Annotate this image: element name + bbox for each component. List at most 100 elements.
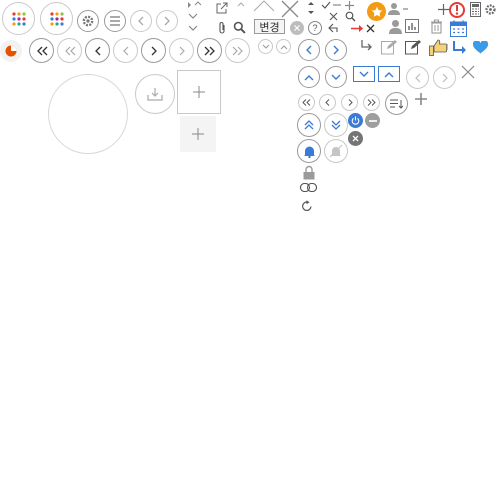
search-large-icon[interactable] [232, 20, 246, 34]
apps-grid-icon [11, 11, 27, 27]
settings-icon[interactable] [483, 2, 497, 16]
blue-up-button[interactable] [298, 66, 320, 88]
minus-button[interactable] [365, 113, 380, 128]
prev-button[interactable] [130, 10, 152, 32]
double-chevron-right-icon [204, 46, 216, 56]
paperclip-icon[interactable] [217, 20, 227, 34]
last-page-disabled-button[interactable] [225, 38, 250, 63]
next-page-button[interactable] [141, 38, 166, 63]
settings-button[interactable] [77, 10, 99, 32]
next-button[interactable] [156, 10, 178, 32]
double-chevron-left-icon [36, 46, 48, 56]
user-icon[interactable] [388, 18, 402, 34]
expand-arrows-icon[interactable] [186, 0, 202, 36]
alert-button[interactable] [449, 2, 465, 18]
apps-grid-icon [49, 11, 65, 27]
avatar-placeholder[interactable] [48, 74, 128, 154]
chevron-left-icon [94, 46, 102, 56]
blue-prev-button[interactable] [298, 39, 320, 61]
external-link-icon[interactable] [215, 1, 229, 15]
close-small-icon[interactable] [328, 11, 338, 21]
chevron-right-icon [163, 16, 171, 26]
double-chevron-left-icon [64, 46, 76, 56]
edit-icon[interactable] [404, 38, 421, 55]
blue-next-button[interactable] [325, 39, 347, 61]
collapse-up-button[interactable] [276, 39, 291, 54]
move-arrow-icon[interactable] [350, 23, 364, 33]
star-icon [371, 6, 383, 18]
small-prev-button[interactable] [319, 94, 336, 111]
chevron-up-icon[interactable] [253, 0, 275, 12]
apps-button-2[interactable] [40, 2, 73, 35]
blue-square-down-button[interactable] [353, 66, 375, 82]
prev-page-disabled-button[interactable] [113, 38, 138, 63]
change-button[interactable]: 변경 [254, 19, 285, 34]
notifications-off-button[interactable] [324, 139, 348, 163]
notifications-on-button[interactable] [297, 139, 321, 163]
close-icon[interactable] [280, 0, 300, 18]
power-button[interactable] [348, 113, 363, 128]
chevron-left-icon [137, 16, 145, 26]
last-page-button[interactable] [197, 38, 222, 63]
chevron-right-icon [332, 45, 340, 55]
heart-icon[interactable] [472, 40, 488, 54]
link-icon[interactable] [299, 182, 317, 192]
expand-all-down-button[interactable] [324, 113, 348, 137]
return-arrow-icon[interactable] [359, 39, 373, 53]
menu-button[interactable] [104, 10, 126, 32]
pie-chart-button[interactable] [0, 40, 22, 62]
double-chevron-up-icon [304, 120, 314, 130]
refresh-icon[interactable] [300, 199, 313, 212]
blue-square-up-button[interactable] [378, 66, 400, 82]
caret-up-icon[interactable] [236, 0, 246, 8]
close-large-icon[interactable] [460, 64, 476, 80]
add-item-button[interactable] [180, 116, 216, 152]
calculator-icon[interactable] [470, 2, 481, 17]
double-chevron-down-icon [331, 120, 341, 130]
apps-button-1[interactable] [2, 2, 35, 35]
small-last-button[interactable] [363, 94, 380, 111]
check-icon[interactable] [320, 0, 332, 10]
add-icon[interactable] [344, 0, 354, 10]
plus-icon[interactable] [437, 3, 449, 15]
gear-icon [81, 14, 95, 28]
blue-down-button[interactable] [325, 66, 347, 88]
plus-gray-icon[interactable] [414, 92, 427, 105]
user-remove-icon[interactable] [388, 2, 410, 16]
first-page-button[interactable] [29, 38, 54, 63]
collapse-down-button[interactable] [258, 39, 273, 54]
trash-icon[interactable] [429, 18, 443, 34]
chevron-right-icon [150, 46, 158, 56]
forward-arrow-icon[interactable] [451, 40, 467, 55]
add-attachment-button[interactable] [177, 70, 221, 114]
expand-all-up-button[interactable] [297, 113, 321, 137]
alert-icon [455, 5, 459, 15]
download-button[interactable] [135, 74, 175, 114]
sort-list-icon [390, 98, 403, 109]
minus-icon[interactable] [332, 1, 342, 9]
gray-prev-button[interactable] [406, 66, 429, 89]
help-button[interactable]: ? [308, 21, 322, 35]
small-next-button[interactable] [341, 94, 358, 111]
small-first-button[interactable] [298, 94, 315, 111]
lock-icon[interactable] [302, 164, 316, 180]
clear-button[interactable] [290, 21, 304, 35]
sort-icon[interactable] [305, 0, 317, 16]
chart-icon[interactable] [404, 18, 419, 33]
search-icon[interactable] [344, 10, 356, 22]
undo-arrow-icon[interactable] [327, 22, 341, 34]
next-page-disabled-button[interactable] [169, 38, 194, 63]
first-page-disabled-button[interactable] [57, 38, 82, 63]
edit-light-icon[interactable] [380, 38, 397, 55]
sort-list-button[interactable] [385, 92, 408, 115]
prev-page-button[interactable] [85, 38, 110, 63]
thumbs-up-icon[interactable] [428, 38, 448, 56]
chevron-down-icon [331, 74, 341, 81]
remove-button[interactable] [348, 131, 363, 146]
favorite-button[interactable] [367, 2, 386, 21]
delete-x-icon[interactable] [365, 23, 375, 33]
gray-next-button[interactable] [433, 66, 456, 89]
chevron-left-icon [305, 45, 313, 55]
calendar-icon[interactable] [449, 19, 467, 37]
chevron-right-icon [441, 73, 449, 83]
